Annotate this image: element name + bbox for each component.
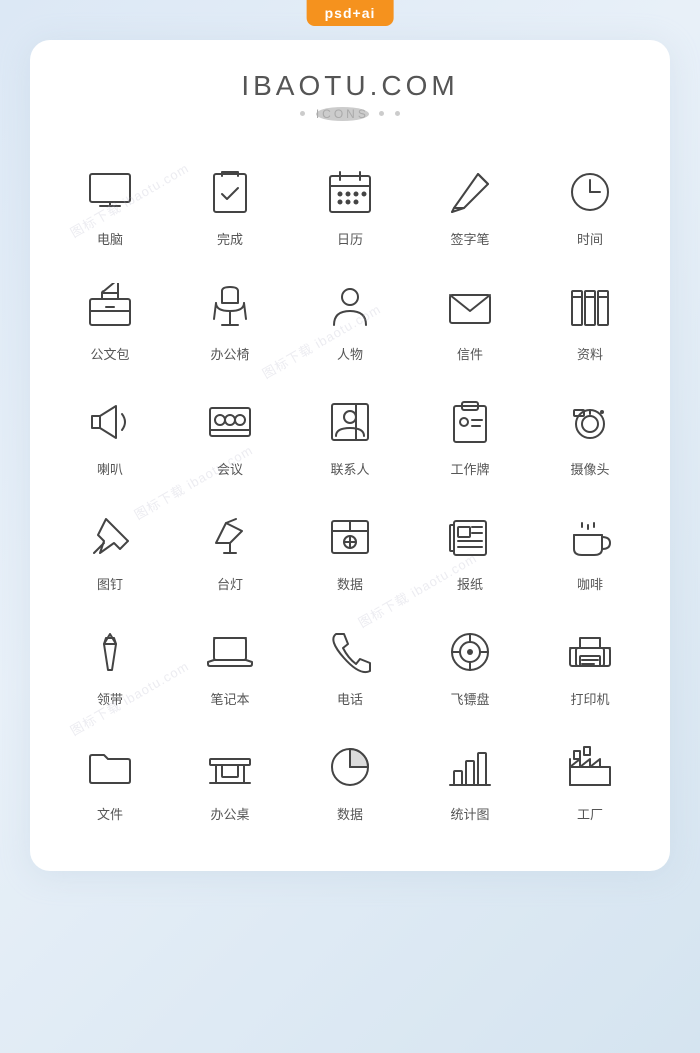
- phone-label: 电话: [337, 689, 363, 708]
- laptop-icon: [203, 625, 257, 679]
- desk-label: 办公桌: [210, 804, 249, 823]
- icon-cell-newspaper: 报纸: [410, 496, 530, 601]
- dot2: [379, 111, 384, 116]
- piechart-label: 数据: [337, 804, 363, 823]
- meeting-label: 会议: [217, 459, 243, 478]
- camera-icon: [563, 395, 617, 449]
- megaphone-icon: [83, 395, 137, 449]
- format-badge: psd+ai: [307, 0, 394, 26]
- icon-cell-contact: 联系人: [290, 381, 410, 486]
- icon-cell-pen: 签字笔: [410, 151, 530, 256]
- files-label: 资料: [577, 344, 603, 363]
- icon-cell-clock: 时间: [530, 151, 650, 256]
- pin-label: 图钉: [97, 574, 123, 593]
- dot3: [395, 111, 400, 116]
- piechart-icon: [323, 740, 377, 794]
- computer-label: 电脑: [97, 229, 123, 248]
- pen-label: 签字笔: [450, 229, 489, 248]
- coffee-icon: [563, 510, 617, 564]
- icon-cell-coffee: 咖啡: [530, 496, 650, 601]
- icon-cell-tie: 领带: [50, 611, 170, 716]
- card-title: IBAOTU.COM: [50, 70, 650, 102]
- factory-label: 工厂: [577, 804, 603, 823]
- briefcase-label: 公文包: [90, 344, 129, 363]
- data-icon: [323, 510, 377, 564]
- badge-label: 工作牌: [450, 459, 489, 478]
- lamp-icon: [203, 510, 257, 564]
- person-label: 人物: [337, 344, 363, 363]
- icon-cell-person: 人物: [290, 266, 410, 371]
- icon-cell-megaphone: 喇叭: [50, 381, 170, 486]
- frisbee-label: 飞镖盘: [450, 689, 489, 708]
- icons-grid: 电脑 完成 日历 签字笔 时间: [50, 151, 650, 831]
- icon-cell-folder: 文件: [50, 726, 170, 831]
- complete-icon: [203, 165, 257, 219]
- icon-cell-piechart: 数据: [290, 726, 410, 831]
- tie-icon: [83, 625, 137, 679]
- barchart-label: 统计图: [450, 804, 489, 823]
- card-subtitle: ICONS: [50, 106, 650, 121]
- icon-cell-printer: 打印机: [530, 611, 650, 716]
- icon-cell-laptop: 笔记本: [170, 611, 290, 716]
- mail-label: 信件: [457, 344, 483, 363]
- complete-label: 完成: [217, 229, 243, 248]
- icon-cell-complete: 完成: [170, 151, 290, 256]
- icon-cell-files: 资料: [530, 266, 650, 371]
- contact-label: 联系人: [330, 459, 369, 478]
- phone-icon: [323, 625, 377, 679]
- dot1: [300, 111, 305, 116]
- icon-card: 图标下载 ibaotu.com 图标下载 ibaotu.com 图标下载 iba…: [30, 40, 670, 871]
- contact-icon: [323, 395, 377, 449]
- person-icon: [323, 280, 377, 334]
- icon-cell-data: 数据: [290, 496, 410, 601]
- printer-label: 打印机: [570, 689, 609, 708]
- icon-cell-camera: 摄像头: [530, 381, 650, 486]
- frisbee-icon: [443, 625, 497, 679]
- icon-cell-badge: 工作牌: [410, 381, 530, 486]
- icon-cell-computer: 电脑: [50, 151, 170, 256]
- megaphone-label: 喇叭: [97, 459, 123, 478]
- meeting-icon: [203, 395, 257, 449]
- icon-cell-phone: 电话: [290, 611, 410, 716]
- files-icon: [563, 280, 617, 334]
- printer-icon: [563, 625, 617, 679]
- laptop-label: 笔记本: [210, 689, 249, 708]
- clock-label: 时间: [577, 229, 603, 248]
- icon-cell-desk: 办公桌: [170, 726, 290, 831]
- clock-icon: [563, 165, 617, 219]
- mail-icon: [443, 280, 497, 334]
- newspaper-label: 报纸: [457, 574, 483, 593]
- desk-icon: [203, 740, 257, 794]
- coffee-label: 咖啡: [577, 574, 603, 593]
- folder-label: 文件: [97, 804, 123, 823]
- data-label: 数据: [337, 574, 363, 593]
- calendar-icon: [323, 165, 377, 219]
- icon-cell-chair: 办公椅: [170, 266, 290, 371]
- chair-label: 办公椅: [210, 344, 249, 363]
- icon-cell-barchart: 统计图: [410, 726, 530, 831]
- icon-cell-lamp: 台灯: [170, 496, 290, 601]
- calendar-label: 日历: [337, 229, 363, 248]
- icon-cell-factory: 工厂: [530, 726, 650, 831]
- computer-icon: [83, 165, 137, 219]
- camera-label: 摄像头: [570, 459, 609, 478]
- factory-icon: [563, 740, 617, 794]
- badge-icon: [443, 395, 497, 449]
- icon-cell-pin: 图钉: [50, 496, 170, 601]
- barchart-icon: [443, 740, 497, 794]
- lamp-label: 台灯: [217, 574, 243, 593]
- tie-label: 领带: [97, 689, 123, 708]
- newspaper-icon: [443, 510, 497, 564]
- icons-label: ICONS: [316, 107, 369, 121]
- folder-icon: [83, 740, 137, 794]
- pin-icon: [83, 510, 137, 564]
- icon-cell-meeting: 会议: [170, 381, 290, 486]
- pen-icon: [443, 165, 497, 219]
- icon-cell-frisbee: 飞镖盘: [410, 611, 530, 716]
- briefcase-icon: [83, 280, 137, 334]
- icon-cell-calendar: 日历: [290, 151, 410, 256]
- icon-cell-mail: 信件: [410, 266, 530, 371]
- icon-cell-briefcase: 公文包: [50, 266, 170, 371]
- chair-icon: [203, 280, 257, 334]
